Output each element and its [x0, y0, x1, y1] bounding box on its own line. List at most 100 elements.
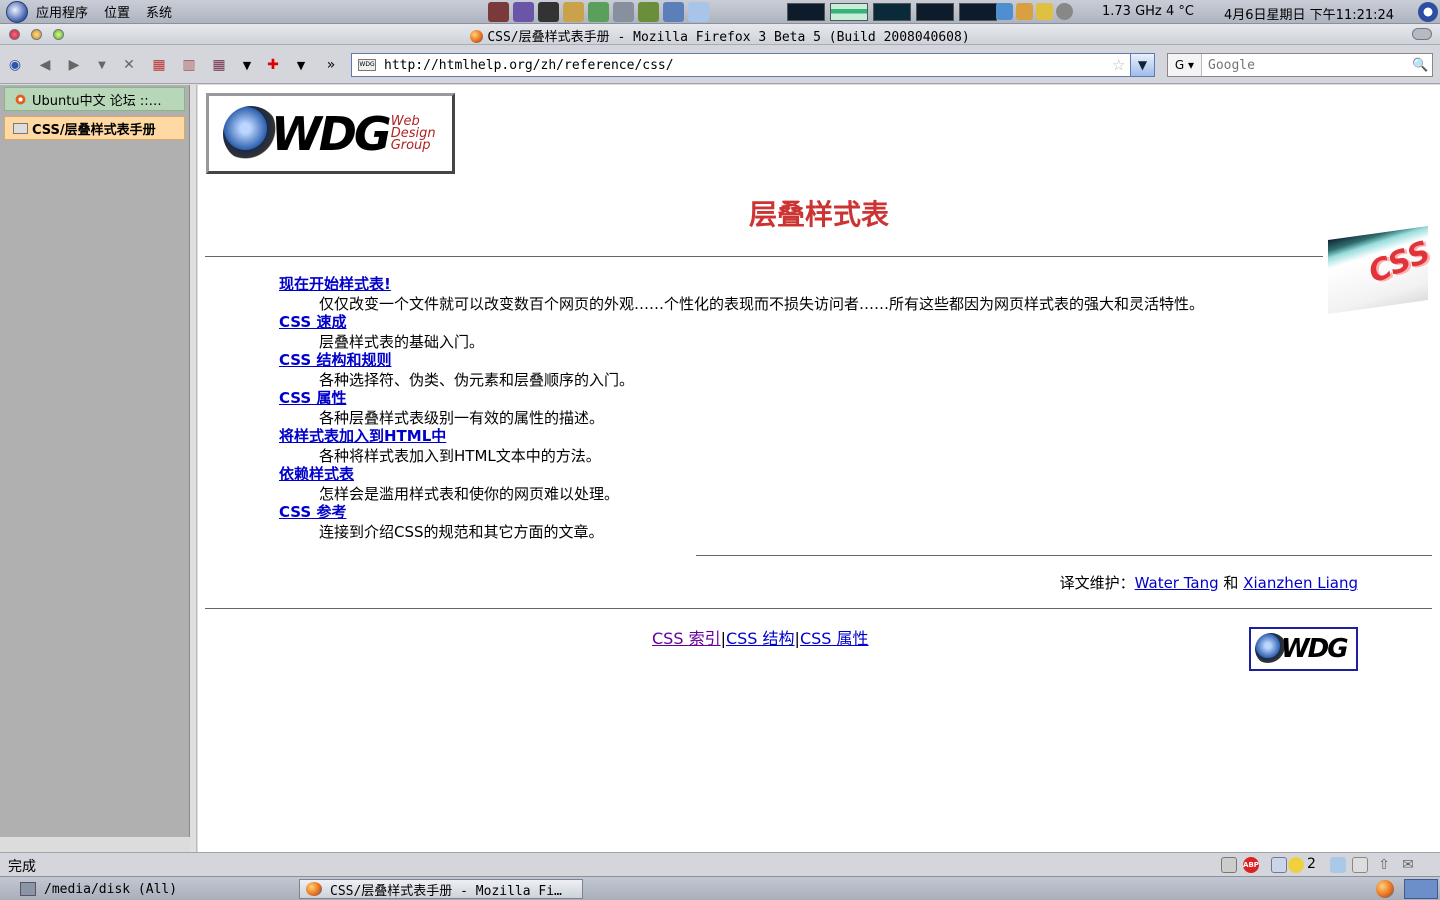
load-graph — [959, 3, 997, 21]
translator-and: 和 — [1223, 574, 1239, 592]
forward-arrow-icon[interactable]: ▶ — [64, 55, 84, 75]
clock[interactable]: 4月6日星期日 下午11:21:24 — [1224, 4, 1394, 23]
search-magnifier-icon[interactable]: 🔍 — [1412, 58, 1432, 73]
apps-grid-icon[interactable]: ▦ — [209, 55, 229, 75]
sidebar-resize-handle[interactable] — [190, 85, 197, 852]
volume-icon[interactable] — [996, 3, 1013, 20]
taskbar-item-label: CSS/层叠样式表手册 - Mozilla Fi… — [330, 883, 562, 899]
network-graph — [873, 3, 911, 21]
memory-graph — [830, 3, 868, 21]
toc-item: 现在开始样式表! 仅仅改变一个文件就可以改变数百个网页的外观……个性化的表现而不… — [279, 273, 1205, 313]
footer-link-css-properties[interactable]: CSS 属性 — [800, 629, 869, 648]
search-engine-selector[interactable]: G ▾ — [1168, 54, 1202, 76]
navigation-toolbar: ◉ ◀ ▶ ▼ ✕ ▦ ▥ ▦ ▼ ✚ ▼ » WDG http://htmlh… — [0, 45, 1440, 84]
table-tool-icon[interactable]: ▥ — [179, 55, 199, 75]
toc-link-dependence[interactable]: 依赖样式表 — [279, 463, 1204, 483]
search-bar[interactable]: G ▾ 🔍 — [1167, 53, 1433, 77]
translator-link-xianzhen-liang[interactable]: Xianzhen Liang — [1243, 574, 1358, 592]
cpu-graph — [787, 3, 825, 21]
menu-places[interactable]: 位置 — [96, 2, 138, 21]
wdg-logo[interactable]: WDG Web Design Group — [206, 93, 455, 174]
bookmark-star-icon[interactable]: ☆ — [1112, 56, 1130, 74]
wdg-mini-logo[interactable]: WDG — [1249, 627, 1358, 671]
upload-arrow-icon[interactable]: ⇧ — [1376, 857, 1392, 873]
edit-icon[interactable] — [1352, 857, 1368, 873]
toc-description: 各种层叠样式表级别一有效的属性的描述。 — [319, 409, 605, 427]
emacs-launcher-icon[interactable] — [513, 2, 534, 22]
divider — [696, 555, 1432, 556]
screenshot-icon[interactable] — [1221, 857, 1237, 873]
menu-applications[interactable]: 应用程序 — [28, 2, 96, 21]
home-globe-icon[interactable]: ◉ — [5, 55, 25, 75]
toc-link-start[interactable]: 现在开始样式表! — [279, 273, 1204, 293]
bottom-panel: /media/disk (All) CSS/层叠样式表手册 - Mozilla … — [0, 876, 1440, 900]
menu-system[interactable]: 系统 — [138, 2, 180, 21]
image-viewer-launcher-icon[interactable] — [663, 2, 684, 22]
footer-link-css-structure[interactable]: CSS 结构 — [726, 629, 795, 648]
pidgin-launcher-icon[interactable] — [588, 2, 609, 22]
window-title-bar[interactable]: CSS/层叠样式表手册 - Mozilla Firefox 3 Beta 5 (… — [0, 24, 1440, 45]
wdg-logo-letters: WDG — [271, 106, 392, 161]
keys-icon[interactable] — [1016, 3, 1033, 20]
google-engine-icon: G — [1174, 58, 1185, 72]
sidebar-tab-label: Ubuntu中文 论坛 ::… — [32, 93, 162, 109]
addon-dropdown-icon[interactable]: ▼ — [291, 55, 311, 75]
site-favicon-icon: WDG — [358, 59, 376, 71]
sidebar-tab-ubuntu-forum[interactable]: Ubuntu中文 论坛 ::… — [4, 87, 185, 111]
tab-sidebar: Ubuntu中文 论坛 ::… CSS/层叠样式表手册 — [0, 85, 190, 837]
wdg-mini-letters: WDG — [1281, 634, 1349, 664]
swap-graph — [916, 3, 954, 21]
sidebar-tab-label: CSS/层叠样式表手册 — [32, 122, 156, 138]
sidebar-toggle-icon[interactable] — [1330, 857, 1346, 873]
mail-icon[interactable]: ✉ — [1400, 857, 1416, 873]
terminal-launcher-icon[interactable] — [538, 2, 559, 22]
power-icon[interactable] — [1418, 2, 1438, 22]
toc-link-properties[interactable]: CSS 属性 — [279, 387, 1204, 407]
workspace-switcher[interactable] — [1404, 879, 1438, 899]
files-launcher-icon[interactable] — [613, 2, 634, 22]
divider — [205, 608, 1432, 609]
translator-link-water-tang[interactable]: Water Tang — [1135, 574, 1219, 592]
menu-dropdown-icon[interactable]: ▼ — [237, 55, 257, 75]
shade-window-button[interactable] — [1412, 28, 1432, 40]
inkscape-launcher-icon[interactable] — [563, 2, 584, 22]
divider — [205, 256, 1323, 257]
sidebar-tab-css-handbook[interactable]: CSS/层叠样式表手册 — [4, 116, 185, 140]
footer-link-css-index[interactable]: CSS 索引 — [652, 629, 721, 648]
taskbar-item-file-manager[interactable]: /media/disk (All) — [14, 879, 296, 899]
warning-icon[interactable] — [1288, 857, 1304, 873]
taskbar-item-firefox[interactable]: CSS/层叠样式表手册 - Mozilla Fi… — [299, 879, 583, 899]
toolbar-overflow-icon[interactable]: » — [321, 55, 341, 75]
toc-item: CSS 结构和规则 各种选择符、伪类、伪元素和层叠顺序的入门。 — [279, 349, 1204, 389]
folder-icon — [20, 882, 36, 896]
toc-link-quick-tutorial[interactable]: CSS 速成 — [279, 311, 1204, 331]
page-content: WDG Web Design Group 层叠样式表 CSS 现在开始样式表! … — [198, 85, 1440, 852]
url-text[interactable]: http://htmlhelp.org/zh/reference/css/ — [384, 58, 1112, 73]
history-dropdown-icon[interactable]: ▼ — [92, 55, 112, 75]
toc-description: 怎样会是滥用样式表和使你的网页难以处理。 — [319, 485, 620, 503]
dictionary-launcher-icon[interactable] — [638, 2, 659, 22]
grid-tool-icon[interactable]: ▦ — [149, 55, 169, 75]
toc-description: 仅仅改变一个文件就可以改变数百个网页的外观……个性化的表现而不损失访问者……所有… — [319, 295, 1205, 313]
notes-icon[interactable] — [1036, 3, 1053, 20]
toc-link-reference[interactable]: CSS 参考 — [279, 501, 1204, 521]
toc-link-linking-html[interactable]: 将样式表加入到HTML中 — [279, 425, 1204, 445]
monitor-launcher-icon[interactable] — [488, 2, 509, 22]
adblock-icon[interactable]: ABP — [1243, 857, 1259, 873]
network-launcher-icon[interactable] — [688, 2, 709, 22]
url-bar[interactable]: WDG http://htmlhelp.org/zh/reference/css… — [351, 53, 1155, 77]
search-input[interactable] — [1202, 57, 1412, 73]
stop-icon[interactable]: ✕ — [119, 55, 139, 75]
url-history-dropdown-icon[interactable]: ▼ — [1130, 54, 1154, 76]
toc-link-structure-rules[interactable]: CSS 结构和规则 — [279, 349, 1204, 369]
status-bar: 完成 ABP 2 ⇧ ✉ — [0, 852, 1440, 876]
addon-plus-icon[interactable]: ✚ — [263, 55, 283, 75]
cpufreq-icon[interactable] — [1056, 3, 1073, 20]
ubuntu-logo-icon[interactable] — [6, 0, 28, 23]
window-title: CSS/层叠样式表手册 - Mozilla Firefox 3 Beta 5 (… — [0, 26, 1440, 45]
cpu-frequency: 1.73 GHz — [1102, 4, 1162, 19]
back-arrow-icon[interactable]: ◀ — [35, 55, 55, 75]
calendar-icon[interactable] — [1271, 857, 1287, 873]
weather-readout[interactable]: 4 °C — [1166, 4, 1194, 19]
firefox-launcher-icon[interactable] — [1376, 880, 1394, 898]
